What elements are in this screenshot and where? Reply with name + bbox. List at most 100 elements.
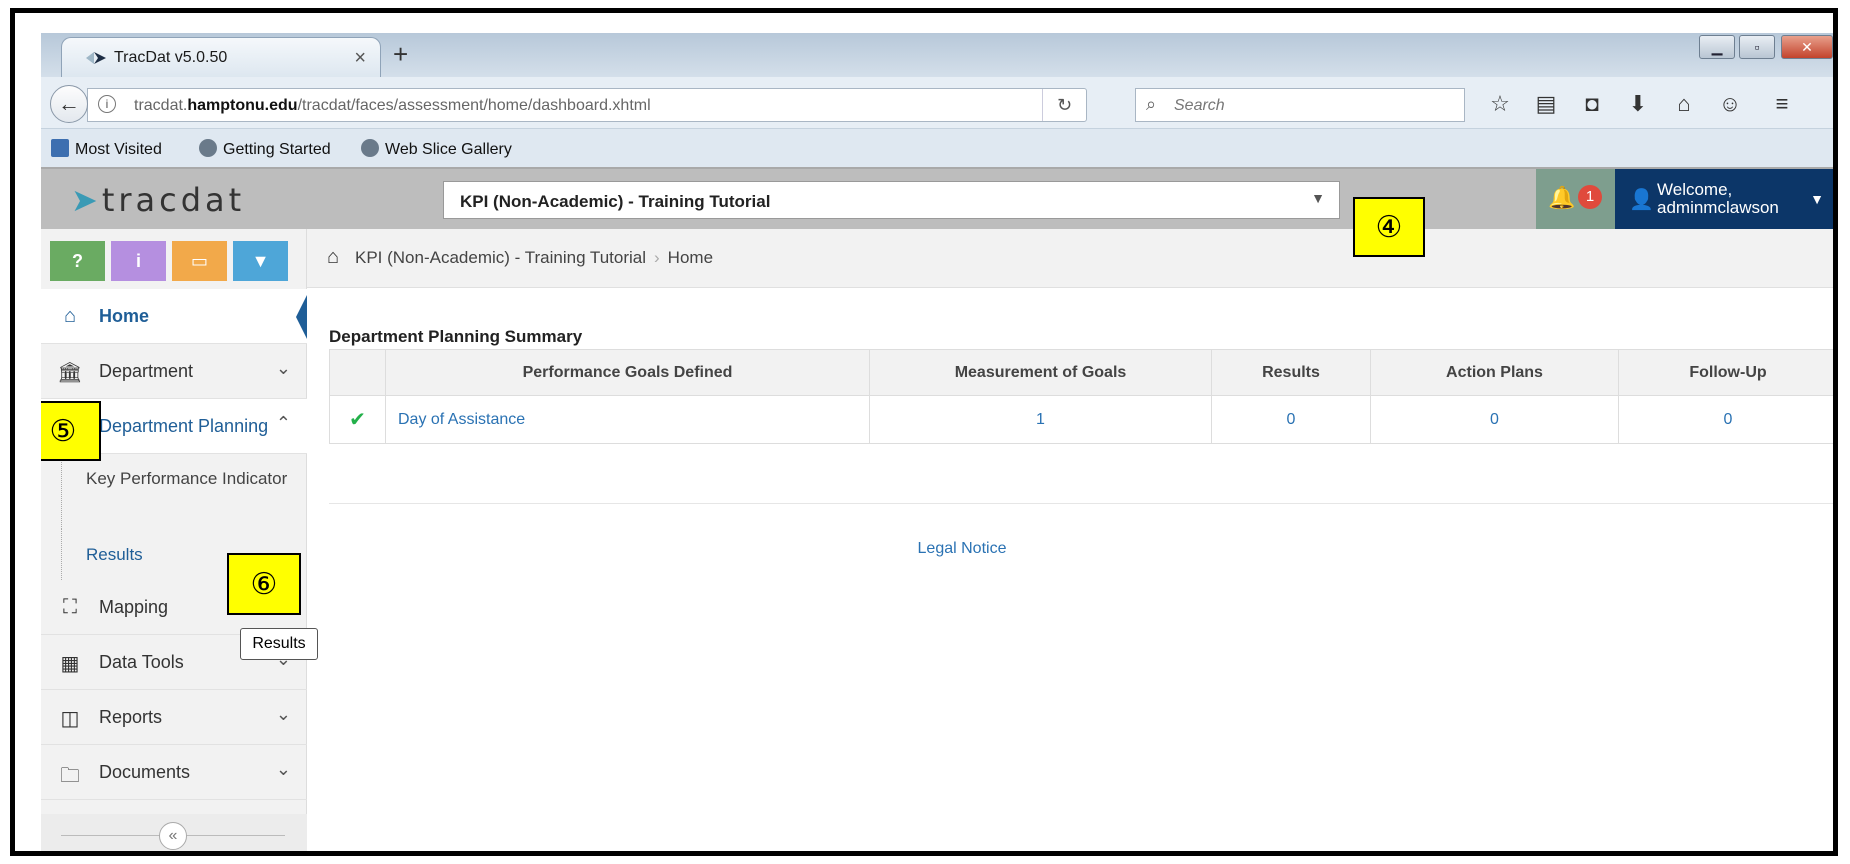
table-header: Follow-Up: [1618, 349, 1833, 396]
browser-window: TracDat v5.0.50 × + ▁ ▫ ✕ i tracdat.hamp…: [41, 33, 1833, 851]
sidebar-item-label: Home: [99, 306, 150, 326]
user-menu[interactable]: 👤 Welcome, adminmclawson ▼: [1615, 169, 1833, 231]
table-header-status: [329, 349, 386, 396]
url-text[interactable]: tracdat.hamptonu.edu/tracdat/faces/asses…: [134, 97, 651, 115]
results-count-link[interactable]: 0: [1211, 395, 1371, 444]
minimize-button[interactable]: ▁: [1699, 35, 1735, 59]
sidebar-item-department[interactable]: 🏛 Department ⌄: [41, 344, 307, 399]
sidebar-collapse-bar: «: [41, 814, 307, 851]
sidebar-item-label: Mapping: [99, 597, 169, 617]
bookmark-web-slice-gallery[interactable]: Web Slice Gallery: [361, 139, 512, 159]
status-cell: ✔: [329, 395, 386, 444]
action-plans-count-link[interactable]: 0: [1370, 395, 1619, 444]
url-bar[interactable]: i tracdat.hamptonu.edu/tracdat/faces/ass…: [87, 88, 1087, 122]
unit-selector[interactable]: KPI (Non-Academic) - Training Tutorial ▼: [443, 181, 1340, 219]
home-icon[interactable]: ⌂: [327, 246, 339, 269]
filter-button[interactable]: ▼: [233, 241, 288, 281]
sidebar-item-documents[interactable]: 🗀 Documents ⌄: [41, 745, 307, 800]
menu-icon[interactable]: ≡: [1767, 91, 1797, 117]
unit-selector-value: KPI (Non-Academic) - Training Tutorial: [460, 192, 771, 211]
breadcrumb-unit[interactable]: KPI (Non-Academic) - Training Tutorial: [355, 248, 646, 267]
reload-icon[interactable]: ↻: [1042, 89, 1086, 121]
measurement-count-link[interactable]: 1: [869, 395, 1212, 444]
results-tooltip: Results: [240, 628, 318, 660]
planning-summary-table: Performance Goals Defined Measurement of…: [329, 349, 1833, 444]
globe-icon: [361, 139, 379, 157]
annotation-callout-5: ⑤: [41, 401, 101, 461]
maximize-button[interactable]: ▫: [1739, 35, 1775, 59]
help-button[interactable]: ?: [50, 241, 105, 281]
bank-icon: 🏛: [57, 362, 83, 384]
search-input[interactable]: ⌕ Search: [1135, 88, 1465, 122]
check-icon: ✔: [349, 409, 366, 431]
sidebar-item-home[interactable]: ⌂ Home: [41, 289, 308, 344]
chevron-down-icon: ⌄: [275, 358, 291, 378]
sidebar-subitem-label: Key Performance Indicator: [86, 469, 288, 488]
home-button-icon[interactable]: ⌂: [1669, 91, 1699, 117]
home-icon: ⌂: [63, 305, 77, 327]
reader-list-icon[interactable]: ▤: [1531, 91, 1561, 117]
table-header: Measurement of Goals: [869, 349, 1212, 396]
goal-link[interactable]: Day of Assistance: [385, 395, 870, 444]
sidebar-item-label: Department Planning: [99, 416, 269, 436]
notes-button[interactable]: ▭: [172, 241, 227, 281]
search-placeholder: Search: [1174, 97, 1225, 114]
info-button[interactable]: i: [111, 241, 166, 281]
back-button[interactable]: ←: [50, 85, 88, 123]
chevron-down-icon: ⌄: [275, 759, 291, 779]
table-header: Action Plans: [1370, 349, 1619, 396]
globe-icon: [199, 139, 217, 157]
info-icon[interactable]: i: [98, 95, 116, 113]
chevron-down-icon: ⌄: [275, 704, 291, 724]
pocket-icon[interactable]: ◘: [1577, 91, 1607, 117]
tab-close-icon[interactable]: ×: [354, 47, 366, 70]
tracdat-favicon-icon: [86, 52, 106, 64]
bookmark-getting-started[interactable]: Getting Started: [199, 139, 331, 159]
bookmark-star-icon[interactable]: ☆: [1485, 91, 1515, 117]
sidebar-item-reports[interactable]: ◫ Reports ⌄: [41, 690, 307, 745]
caret-down-icon: ▼: [1311, 190, 1325, 206]
follow-up-count-link[interactable]: 0: [1618, 395, 1833, 444]
table-header-row: Performance Goals Defined Measurement of…: [329, 349, 1833, 396]
bookmarks-bar: Most Visited Getting Started Web Slice G…: [41, 129, 1833, 167]
welcome-text: Welcome, adminmclawson: [1657, 180, 1779, 217]
sidebar-item-label: Documents: [99, 762, 191, 782]
sidebar-item-label: Reports: [99, 707, 163, 727]
breadcrumb: ⌂ KPI (Non-Academic) - Training Tutorial…: [307, 229, 1833, 288]
summary-title: Department Planning Summary: [329, 327, 583, 346]
sidebar-subitem-kpi[interactable]: Key Performance Indicator: [61, 455, 307, 529]
table-header: Results: [1211, 349, 1371, 396]
user-icon: 👤: [1629, 189, 1654, 211]
sidebar-item-label: Department: [99, 361, 194, 381]
chat-icon[interactable]: ☺: [1715, 91, 1745, 117]
browser-tab[interactable]: TracDat v5.0.50 ×: [61, 37, 381, 77]
notifications-button[interactable]: 🔔 1: [1536, 169, 1615, 231]
tracdat-logo[interactable]: ➤ tracdat: [71, 181, 245, 219]
breadcrumb-text: KPI (Non-Academic) - Training Tutorial › H…: [355, 248, 714, 267]
bookmark-folder-icon: [51, 139, 69, 157]
new-tab-button[interactable]: +: [393, 39, 408, 70]
browser-navbar: i tracdat.hamptonu.edu/tracdat/faces/ass…: [41, 77, 1833, 129]
app-header: ➤ tracdat KPI (Non-Academic) - Training T…: [41, 167, 1833, 231]
annotation-callout-4: ④: [1353, 197, 1425, 257]
table-row: ✔ Day of Assistance 1 0 0 0: [329, 395, 1833, 444]
close-window-button[interactable]: ✕: [1781, 35, 1833, 59]
caret-down-icon: ▼: [1810, 191, 1824, 207]
bell-icon: 🔔: [1548, 185, 1576, 210]
download-icon[interactable]: ⬇: [1623, 91, 1653, 117]
collapse-sidebar-button[interactable]: «: [159, 822, 187, 850]
bookmark-most-visited[interactable]: Most Visited: [51, 139, 162, 159]
folder-icon: 🗀: [60, 765, 80, 787]
annotation-callout-6: ⑥: [227, 553, 301, 615]
divider: [329, 503, 1833, 504]
chevron-up-icon: ⌃: [275, 413, 291, 433]
sitemap-icon: ⛶: [63, 596, 77, 618]
sidebar-item-label: Data Tools: [99, 652, 184, 672]
sidebar: ? i ▭ ▼ ⌂ Home 🏛 Department ⌄ Department…: [41, 229, 308, 851]
search-icon: ⌕: [1146, 94, 1157, 114]
table-header: Performance Goals Defined: [385, 349, 870, 396]
table-icon: ▦: [60, 653, 80, 675]
notification-badge: 1: [1578, 185, 1602, 209]
legal-notice-link[interactable]: Legal Notice: [307, 540, 1617, 558]
screenshot-frame: TracDat v5.0.50 × + ▁ ▫ ✕ i tracdat.hamp…: [10, 8, 1838, 856]
